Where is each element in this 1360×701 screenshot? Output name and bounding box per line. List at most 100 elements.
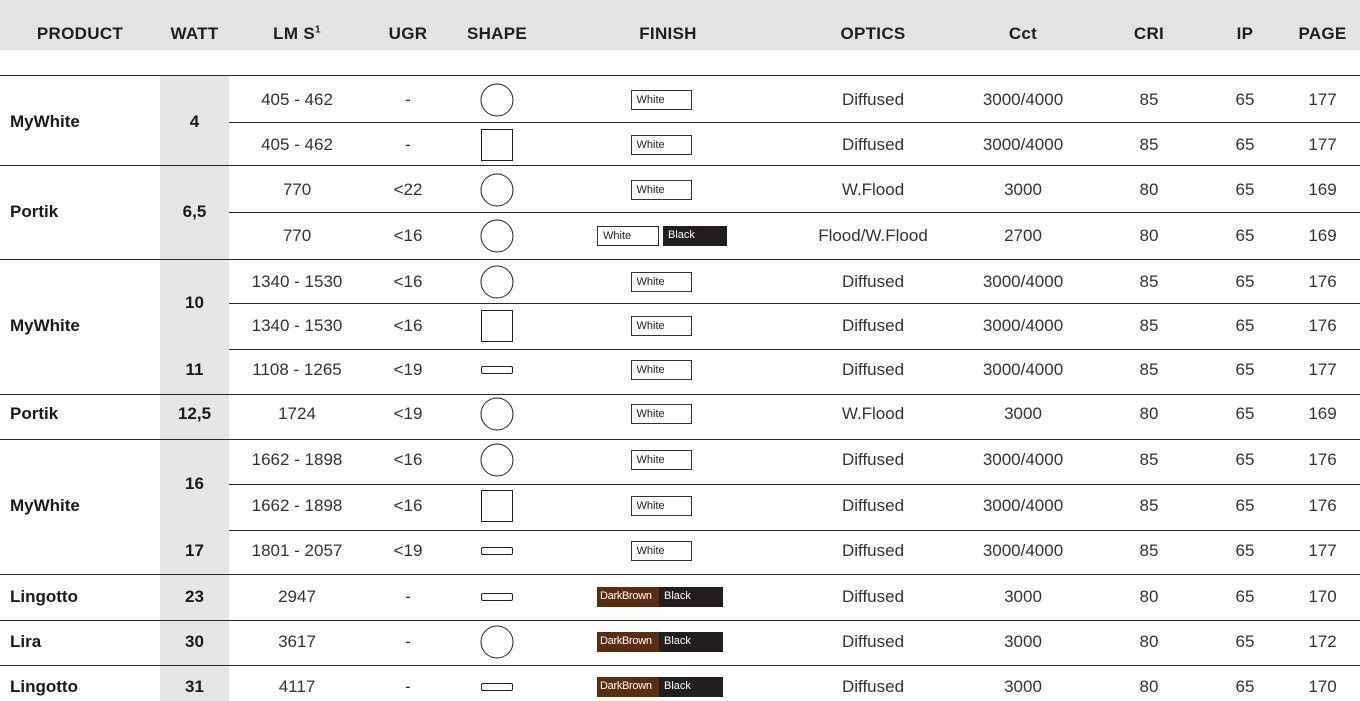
cell-ugr: <16 xyxy=(393,316,423,335)
cell-page: 176 xyxy=(1308,316,1337,335)
cell-page: 169 xyxy=(1308,404,1337,423)
cell-lms: 1801 - 2057 xyxy=(251,541,343,560)
watt-value: 4 xyxy=(189,112,200,131)
cell-cct: 2700 xyxy=(1004,226,1042,245)
cell-optics: Diffused xyxy=(841,135,905,154)
finish-swatch-white: White xyxy=(630,180,692,200)
row-divider xyxy=(229,530,1360,531)
col-header-page: PAGE xyxy=(1298,24,1347,43)
circle-shape-icon xyxy=(480,625,514,659)
cell-cct: 3000/4000 xyxy=(982,450,1064,469)
row-divider xyxy=(229,349,1360,350)
cell-cri: 85 xyxy=(1139,135,1159,154)
col-header-cri: CRI xyxy=(1133,24,1165,43)
row-divider xyxy=(0,574,1360,575)
cell-cri: 85 xyxy=(1139,90,1159,109)
finish-swatches: White xyxy=(630,450,692,470)
cell-cri: 85 xyxy=(1139,272,1159,291)
row-divider xyxy=(0,620,1360,621)
cell-optics: Diffused xyxy=(841,677,905,696)
cell-ip: 65 xyxy=(1235,316,1255,335)
cell-ip: 65 xyxy=(1235,226,1255,245)
cell-ip: 65 xyxy=(1235,541,1255,560)
cell-page: 169 xyxy=(1308,180,1337,199)
cell-lms: 1108 - 1265 xyxy=(252,360,342,379)
cell-ugr: <19 xyxy=(393,541,423,560)
watt-value: 10 xyxy=(185,293,204,312)
watt-value: 31 xyxy=(185,677,204,696)
cell-ugr: - xyxy=(405,135,411,154)
cell-ugr: - xyxy=(405,90,411,109)
finish-swatch-white: White xyxy=(630,541,692,561)
finish-swatches: White xyxy=(630,90,692,110)
rectangle-shape-icon xyxy=(481,366,513,374)
row-divider xyxy=(0,75,1360,76)
cell-ip: 65 xyxy=(1235,180,1255,199)
finish-swatch-black: Black xyxy=(659,632,723,652)
finish-swatches: DarkBrown Black xyxy=(597,677,723,697)
square-shape-icon xyxy=(481,129,513,161)
cell-cct: 3000 xyxy=(1004,632,1042,651)
cell-ip: 65 xyxy=(1235,90,1255,109)
circle-shape-icon xyxy=(480,265,514,299)
cell-page: 177 xyxy=(1308,541,1337,560)
circle-shape-icon xyxy=(480,219,514,253)
product-name: MyWhite xyxy=(10,496,80,515)
cell-lms: 405 - 462 xyxy=(261,90,333,109)
watt-value: 17 xyxy=(185,541,204,560)
row-divider xyxy=(0,394,1360,395)
cell-optics: Diffused xyxy=(841,316,905,335)
cell-optics: Diffused xyxy=(841,587,905,606)
cell-cct: 3000/4000 xyxy=(982,496,1064,515)
cell-page: 177 xyxy=(1308,360,1337,379)
row-divider xyxy=(0,439,1360,440)
cell-cri: 85 xyxy=(1139,360,1159,379)
square-shape-icon xyxy=(481,310,513,342)
cell-cct: 3000 xyxy=(1004,677,1042,696)
cell-cri: 85 xyxy=(1139,450,1159,469)
finish-swatch-black: Black xyxy=(663,226,727,246)
cell-optics: W.Flood xyxy=(841,404,905,423)
finish-swatch-darkbrown: DarkBrown xyxy=(597,632,659,652)
cell-page: 176 xyxy=(1308,450,1337,469)
cell-lms: 770 xyxy=(282,180,312,199)
rectangle-shape-icon xyxy=(481,547,513,555)
cell-optics: Diffused xyxy=(841,272,905,291)
cell-cri: 80 xyxy=(1139,226,1159,245)
finish-swatches: White xyxy=(630,272,692,292)
finish-swatches: White xyxy=(630,404,692,424)
finish-swatches: DarkBrown Black xyxy=(597,632,723,652)
product-name: Portik xyxy=(10,202,59,221)
col-header-cct: Cct xyxy=(1008,24,1038,43)
cell-cct: 3000 xyxy=(1004,180,1042,199)
cell-lms: 1340 - 1530 xyxy=(251,272,343,291)
cell-lms: 1662 - 1898 xyxy=(251,496,343,515)
col-header-finish: FINISH xyxy=(639,24,697,43)
col-header-lms-footnote: 1 xyxy=(314,24,321,36)
cell-page: 170 xyxy=(1308,587,1337,606)
cell-ip: 65 xyxy=(1235,272,1255,291)
cell-ip: 65 xyxy=(1235,450,1255,469)
cell-cct: 3000/4000 xyxy=(982,316,1064,335)
cell-optics: Diffused xyxy=(841,541,905,560)
finish-swatch-white: White xyxy=(630,135,692,155)
cell-ugr: <16 xyxy=(393,496,423,515)
cell-lms: 4117 xyxy=(278,677,316,696)
cell-cct: 3000 xyxy=(1004,404,1042,423)
cell-lms: 2947 xyxy=(278,587,316,606)
watt-value: 12,5 xyxy=(177,404,212,423)
finish-swatch-white: White xyxy=(630,90,692,110)
watt-value: 16 xyxy=(185,474,204,493)
cell-page: 169 xyxy=(1308,226,1337,245)
cell-optics: Flood/W.Flood xyxy=(818,226,928,245)
cell-ip: 65 xyxy=(1235,587,1255,606)
finish-swatches: White Black xyxy=(597,226,727,246)
rectangle-shape-icon xyxy=(481,683,513,691)
cell-optics: Diffused xyxy=(841,632,905,651)
row-divider xyxy=(0,259,1360,260)
finish-swatches: White xyxy=(630,135,692,155)
cell-cct: 3000/4000 xyxy=(982,135,1064,154)
cell-cri: 85 xyxy=(1139,541,1159,560)
cell-ugr: - xyxy=(405,677,411,696)
cell-page: 172 xyxy=(1308,632,1337,651)
